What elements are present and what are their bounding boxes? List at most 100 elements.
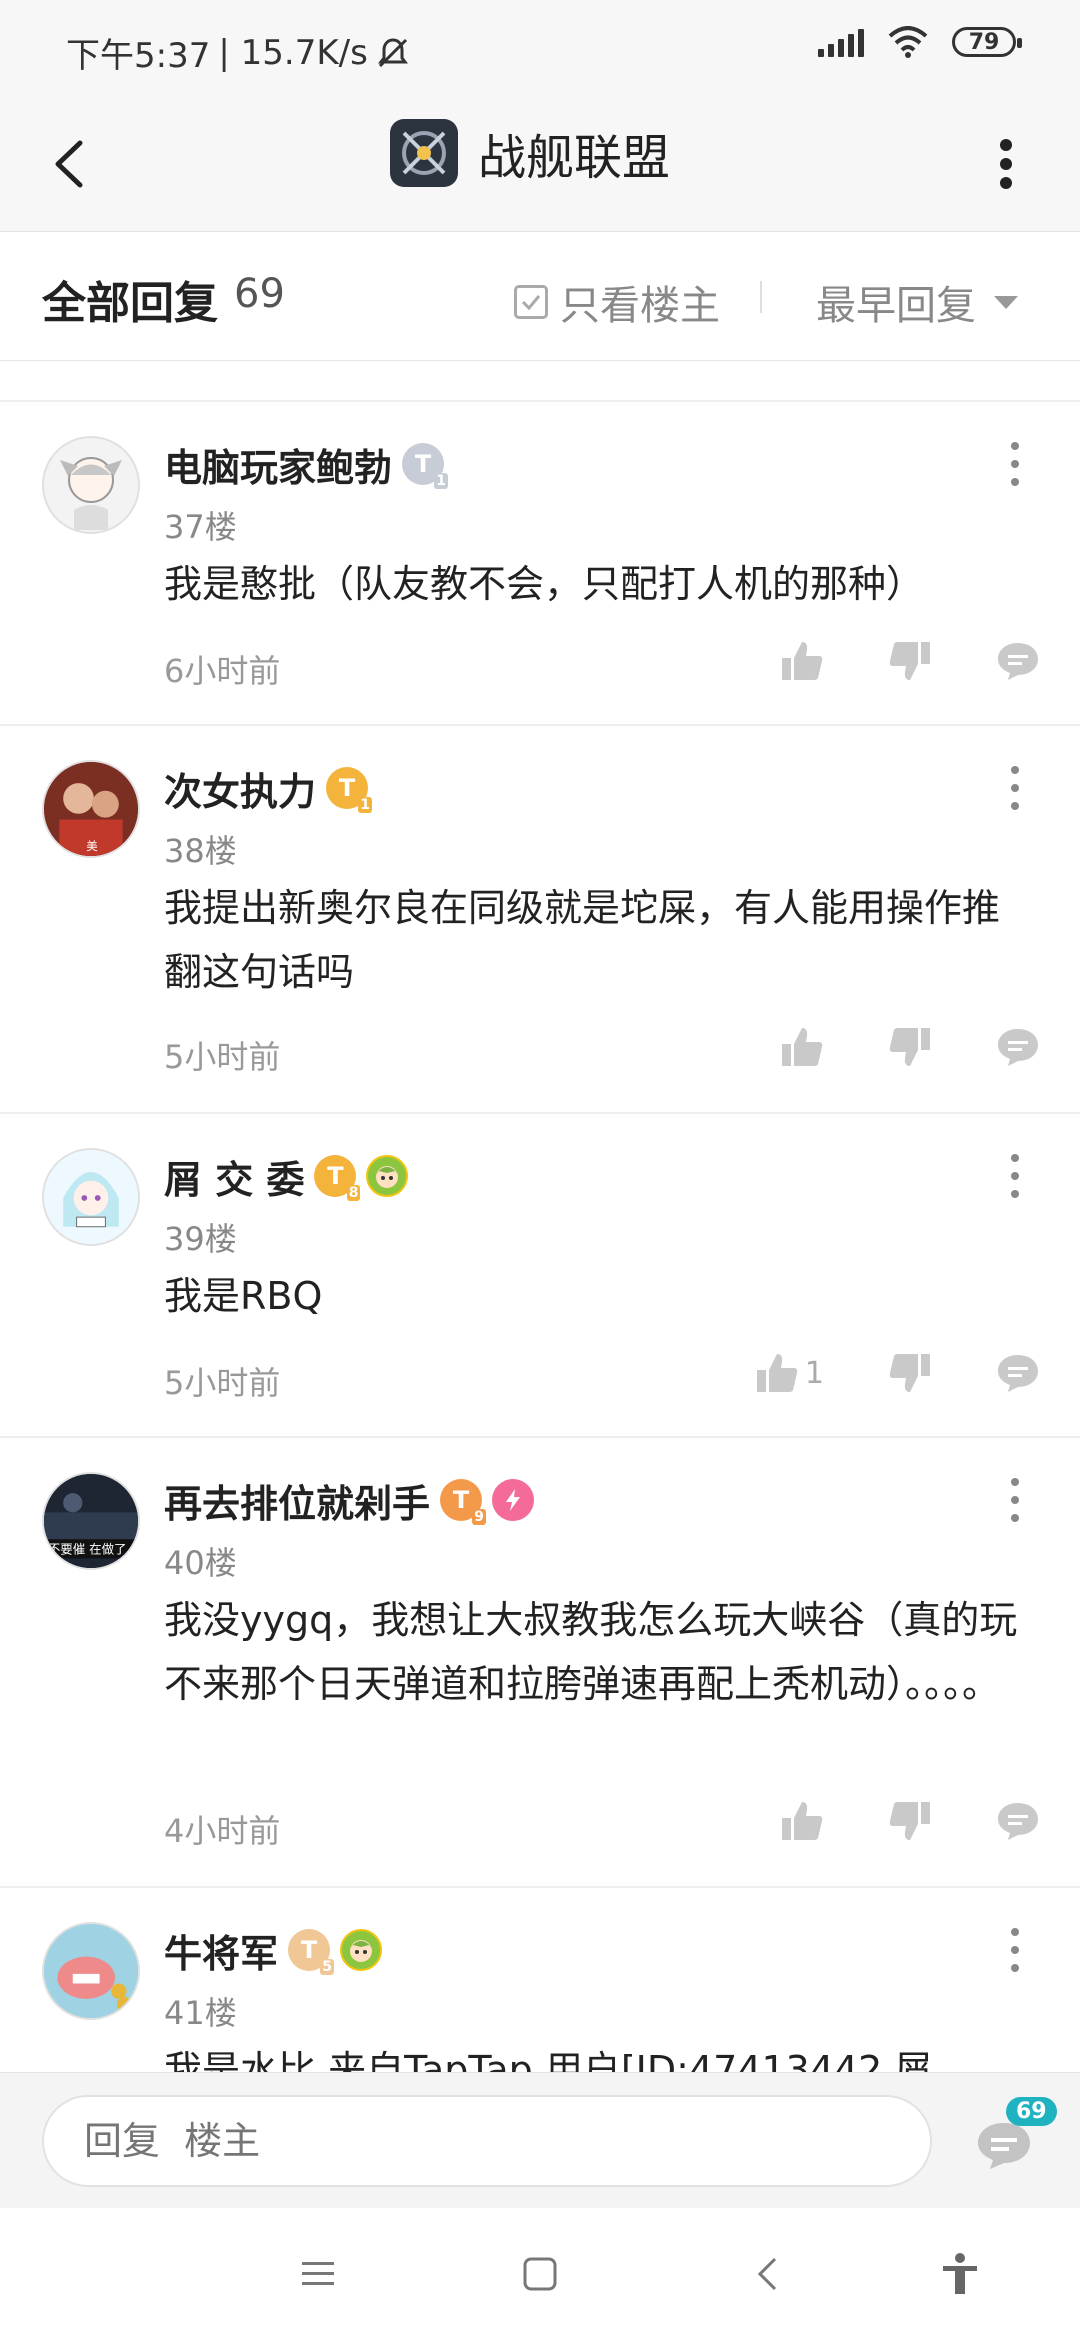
comment-content: 我没yygq，我想让大叔教我怎么玩大峡谷（真的玩不来那个日天弹道和拉胯弹速再配上… <box>164 1598 1018 1706</box>
home-square-icon <box>523 2257 557 2291</box>
avatar[interactable] <box>42 1922 140 2020</box>
comment-actions: 1 <box>755 1352 1040 1394</box>
name-row: 次女执力 T1 <box>164 760 373 816</box>
more-options-button[interactable] <box>972 130 1040 198</box>
like-button[interactable] <box>780 1800 824 1842</box>
comment-item: 屑 交 委 T8 39楼 我是RBQ 5小时前 1 <box>0 1114 1080 1436</box>
sort-dropdown[interactable]: 最早回复 <box>816 273 1018 331</box>
username[interactable]: 屑 交 委 <box>164 1149 304 1204</box>
name-row: 电脑玩家鲍勃 T1 <box>164 436 449 492</box>
svg-text:不要催 在做了: 不要催 在做了 <box>48 1542 127 1557</box>
bell-muted-icon <box>377 37 408 67</box>
lightning-badge-icon <box>492 1479 535 1521</box>
sort-label: 最早回复 <box>816 283 976 329</box>
caret-down-icon <box>994 295 1018 309</box>
username[interactable]: 次女执力 <box>164 761 316 816</box>
nav-menu-button[interactable] <box>288 2244 348 2304</box>
nav-home-button[interactable] <box>510 2244 570 2304</box>
comment-bubble-icon <box>998 1029 1038 1066</box>
back-button[interactable] <box>36 130 104 198</box>
comment-item: 不要催 在做了 再去排位就剁手 T9 40楼 我没yygq，我想让大叔教我怎么玩… <box>0 1438 1080 1886</box>
like-button[interactable]: 1 <box>755 1352 824 1394</box>
username[interactable]: 电脑玩家鲍勃 <box>164 437 392 492</box>
comment-item: 牛将军 T5 41楼 我是水比 来自TapTap 用户[ID:47413442 … <box>0 1888 1080 2072</box>
app-header: 战舰联盟 <box>0 96 1080 232</box>
reply-bar: 69 <box>0 2072 1080 2208</box>
only-op-toggle[interactable]: 只看楼主 <box>514 273 720 331</box>
system-nav-bar <box>0 2208 1080 2340</box>
avatar[interactable]: 不要催 在做了 <box>42 1472 140 1570</box>
comment-content: 我是憨批（队友教不会，只配打人机的那种） <box>164 562 925 606</box>
filter-divider <box>760 281 762 313</box>
reply-count: 69 <box>234 271 285 317</box>
comment-bubble-icon <box>998 643 1038 680</box>
avatar[interactable] <box>42 436 140 534</box>
more-vertical-icon <box>1000 139 1012 189</box>
thumbs-up-icon <box>782 1802 823 1840</box>
thumbs-down-icon <box>889 1802 930 1840</box>
comment-more-button[interactable] <box>1000 1478 1030 1522</box>
comment-actions <box>780 1026 1040 1068</box>
floor-number: 41楼 <box>164 1994 237 2032</box>
comment-bubble-icon <box>998 1803 1038 1840</box>
thumbs-up-icon <box>756 1354 798 1392</box>
comment-content: 我提出新奥尔良在同级就是坨屎，有人能用操作推翻这句话吗 <box>164 886 1001 994</box>
comment-more-button[interactable] <box>1000 766 1030 810</box>
nav-accessibility-button[interactable] <box>930 2244 990 2304</box>
menu-icon <box>302 2262 334 2285</box>
reply-button[interactable] <box>996 640 1040 682</box>
comment-item: 电脑玩家鲍勃 T1 37楼 我是憨批（队友教不会，只配打人机的那种） 6小时前 <box>0 402 1080 724</box>
username[interactable]: 牛将军 <box>164 1923 278 1978</box>
status-right: 79 <box>818 26 1022 58</box>
dislike-button[interactable] <box>888 1026 932 1068</box>
comment-more-button[interactable] <box>1000 442 1030 486</box>
reply-button[interactable] <box>996 1026 1040 1068</box>
accessibility-icon <box>943 2253 977 2294</box>
comment-more-button[interactable] <box>1000 1928 1030 1972</box>
reply-button[interactable] <box>996 1352 1040 1394</box>
thumbs-up-icon <box>782 1028 823 1066</box>
app-logo-icon <box>390 119 458 187</box>
avatar[interactable]: 美 <box>42 760 140 858</box>
app-title-group[interactable]: 战舰联盟 <box>390 118 670 188</box>
signal-icon <box>818 27 864 57</box>
comment-more-button[interactable] <box>1000 1154 1030 1198</box>
level-badge: T8 <box>314 1155 361 1201</box>
status-bar: 下午5:37 | 15.7K/s 79 <box>0 0 1080 96</box>
comment-time: 5小时前 <box>164 1038 281 1076</box>
battery-indicator: 79 <box>952 27 1022 57</box>
username[interactable]: 再去排位就剁手 <box>164 1473 430 1528</box>
status-net-speed: | 15.7K/s <box>218 32 368 73</box>
name-row: 屑 交 委 T8 <box>164 1148 409 1204</box>
comment-list[interactable]: 电脑玩家鲍勃 T1 37楼 我是憨批（队友教不会，只配打人机的那种） 6小时前 <box>0 362 1080 2072</box>
reply-count-badge: 69 <box>1006 2097 1057 2126</box>
reply-input[interactable] <box>42 2095 932 2187</box>
like-button[interactable] <box>780 640 824 682</box>
reply-button[interactable] <box>996 1800 1040 1842</box>
dislike-button[interactable] <box>888 1800 932 1842</box>
level-badge: T5 <box>288 1929 335 1975</box>
comment-actions <box>780 640 1040 682</box>
level-badge: T1 <box>402 443 449 489</box>
wifi-icon <box>888 26 928 58</box>
dislike-button[interactable] <box>888 640 932 682</box>
level-badge: T9 <box>440 1479 487 1525</box>
comment-content: 我是水比 来自TapTap 用户[ID:47413442 屑 <box>164 2048 933 2072</box>
name-row: 再去排位就剁手 T9 <box>164 1472 535 1528</box>
comment-content: 我是RBQ <box>164 1274 323 1318</box>
floor-number: 39楼 <box>164 1220 237 1258</box>
comment-item: 美 次女执力 T1 38楼 我提出新奥尔良在同级就是坨屎，有人能用操作推翻这句话… <box>0 726 1080 1112</box>
like-button[interactable] <box>780 1026 824 1068</box>
dislike-button[interactable] <box>888 1352 932 1394</box>
comment-bubble-icon <box>998 1355 1038 1392</box>
comments-icon[interactable] <box>974 2119 1034 2171</box>
app-title: 战舰联盟 <box>478 130 671 186</box>
name-row: 牛将军 T5 <box>164 1922 383 1978</box>
only-op-checkbox[interactable] <box>514 285 548 319</box>
avatar[interactable] <box>42 1148 140 1246</box>
comment-time: 6小时前 <box>164 652 281 690</box>
like-count: 1 <box>804 1355 824 1391</box>
nav-back-button[interactable] <box>738 2244 798 2304</box>
level-badge: T1 <box>326 767 373 813</box>
back-arrow-icon <box>55 140 83 188</box>
